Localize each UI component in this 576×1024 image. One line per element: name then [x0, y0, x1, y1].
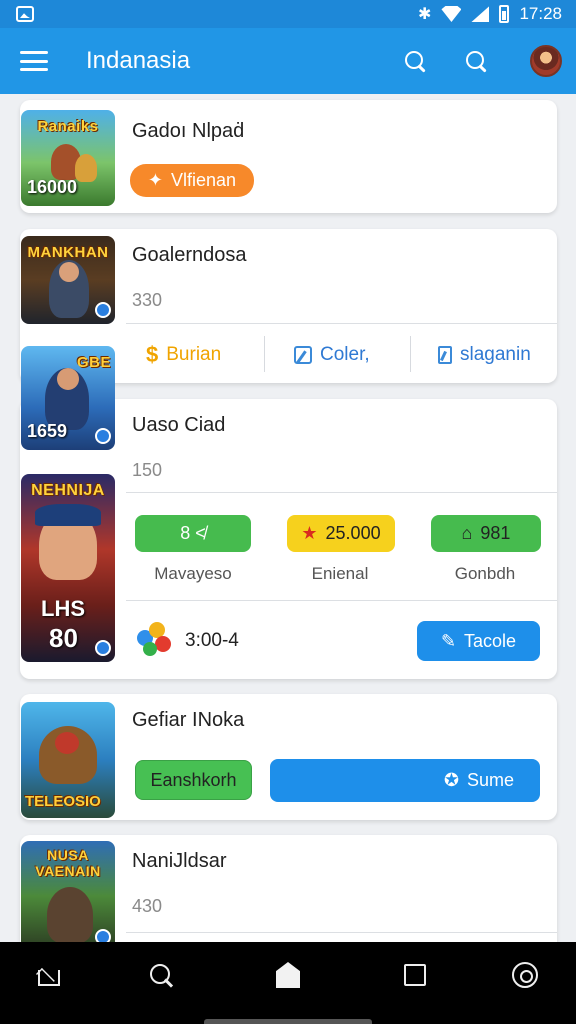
star-icon: ★ [301, 523, 318, 543]
recents-icon[interactable] [404, 964, 426, 986]
app-bar: Indanasia [0, 28, 576, 94]
game-thumbnail[interactable]: MANKHAN [21, 236, 115, 324]
pinwheel-icon [137, 622, 173, 658]
search-icon-secondary[interactable] [466, 51, 488, 73]
signal-icon [471, 6, 490, 22]
sume-button[interactable]: ✪ Sume [270, 759, 540, 802]
thumbnail-score: 80 [49, 623, 78, 653]
thumbnail-title: NEHNIJA [31, 482, 105, 499]
game-thumbnail[interactable]: GBE 1659 [21, 346, 115, 450]
verified-badge-icon [95, 428, 111, 444]
game-thumbnail[interactable]: Ranaiks 16000 [21, 110, 115, 206]
store-icon[interactable] [276, 962, 300, 988]
stat-label: Gonbdh [454, 564, 516, 583]
card-title: Gadoı Nlpaḋ [132, 120, 245, 142]
status-bar: ✱ 17:28 [0, 0, 576, 28]
stat-label: Mavayeso [154, 564, 232, 583]
battery-icon [499, 5, 510, 23]
game-list: Ranaiks 16000 Gadoı Nlpaḋ ✦ Vlfienan MAN… [0, 94, 576, 942]
tacole-button[interactable]: ✎ Tacole [417, 621, 540, 661]
verified-badge-icon [95, 302, 111, 318]
thumbnail-title: Ranaiks [37, 118, 99, 135]
thumbnail-title: GBE [76, 354, 111, 371]
settings-icon[interactable] [512, 962, 538, 988]
thumbnail-title: TELEOSIO [25, 793, 101, 810]
action-coler[interactable]: Coler, [294, 344, 370, 366]
avatar[interactable] [530, 45, 562, 77]
card-subtitle: 430 [132, 896, 163, 916]
menu-icon[interactable] [20, 51, 48, 71]
verified-badge-icon [95, 929, 111, 942]
eanshkorh-button[interactable]: Eanshkorh [135, 760, 252, 800]
bluetooth-icon: ✱ [418, 6, 432, 23]
action-burian[interactable]: $ Burian [146, 342, 221, 368]
divider [126, 492, 557, 493]
divider [126, 600, 557, 601]
divider [126, 323, 557, 324]
stat-pill[interactable]: 8 ≮ [135, 515, 251, 552]
game-thumbnail[interactable]: NEHNIJA LHS 80 [21, 474, 115, 662]
home-indicator[interactable] [204, 1019, 372, 1024]
bottom-navigation [0, 942, 576, 1024]
verified-badge-icon [95, 640, 111, 656]
footer-value: 3:00-4 [185, 630, 239, 651]
thumbnail-score: 16000 [27, 177, 78, 197]
card-action-button[interactable]: ✦ Vlfienan [130, 164, 254, 197]
search-icon[interactable] [405, 51, 427, 73]
divider [264, 336, 265, 372]
thumbnail-title: NUSA VAENAIN [35, 847, 101, 879]
divider [126, 932, 557, 933]
divider [410, 336, 411, 372]
doc-icon [438, 346, 452, 364]
card-subtitle: 330 [132, 290, 163, 310]
search-icon[interactable] [148, 962, 178, 992]
stat-pill[interactable]: ⌂ 981 [431, 515, 541, 552]
status-time: 17:28 [519, 4, 562, 23]
star-icon: ✦ [147, 170, 164, 190]
edit-icon: ✎ [440, 630, 457, 651]
card-title: NaniJldsar [132, 850, 227, 872]
card-title: Gefiar INoka [132, 709, 245, 731]
card-title: Goalerndosa [132, 244, 247, 266]
badge-star-icon: ✪ [443, 770, 459, 790]
card-subtitle: 150 [132, 460, 163, 480]
game-thumbnail[interactable]: NUSA VAENAIN [21, 841, 115, 942]
thumbnail-score: 1659 [27, 421, 68, 441]
game-thumbnail[interactable]: TELEOSIO [21, 702, 115, 818]
home-icon[interactable] [34, 962, 64, 992]
image-notification-icon [16, 6, 34, 22]
thumbnail-title: MANKHAN [27, 244, 109, 261]
app-title: Indanasia [86, 47, 191, 74]
puzzle-icon: ⌂ [461, 523, 473, 543]
stat-label: Enienal [311, 564, 369, 583]
dollar-icon: $ [146, 342, 159, 367]
stat-pill[interactable]: ★ 25.000 [287, 515, 395, 552]
edit-icon [294, 346, 312, 364]
action-slaganin[interactable]: slaganin [438, 344, 531, 366]
thumbnail-tag: LHS [41, 596, 85, 621]
wifi-icon [441, 6, 462, 22]
card-title: Uaso Ciad [132, 414, 226, 436]
